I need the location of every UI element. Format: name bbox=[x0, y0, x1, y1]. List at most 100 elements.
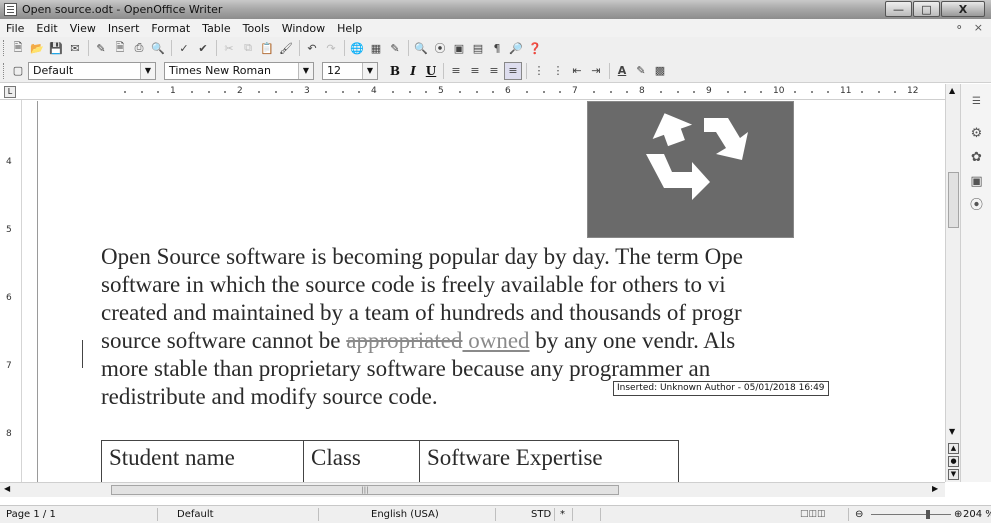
underline-button[interactable]: U bbox=[422, 64, 440, 78]
copy-icon[interactable]: ⧉ bbox=[239, 39, 257, 57]
print-icon[interactable]: ⎙ bbox=[130, 39, 148, 57]
menu-window[interactable]: Window bbox=[276, 22, 331, 35]
paste-icon[interactable]: 📋 bbox=[258, 39, 276, 57]
styles-icon[interactable]: ✿ bbox=[969, 150, 984, 165]
table-cell[interactable]: Class bbox=[303, 440, 420, 485]
menu-format[interactable]: Format bbox=[145, 22, 196, 35]
menu-tools[interactable]: Tools bbox=[237, 22, 276, 35]
chevron-down-icon[interactable]: ▼ bbox=[362, 62, 377, 79]
student-table[interactable]: Student name Class Software Expertise bbox=[101, 440, 679, 485]
navigator-sidebar-icon[interactable]: ⦿ bbox=[969, 198, 984, 213]
edit-file-icon[interactable]: ✎ bbox=[92, 39, 110, 57]
highlighting-icon[interactable]: ✎ bbox=[632, 62, 650, 80]
horizontal-scroll-thumb[interactable]: ||| bbox=[111, 485, 619, 495]
zoom-slider[interactable] bbox=[871, 514, 951, 515]
zoom-in-icon[interactable]: ⊕ bbox=[954, 509, 962, 520]
selection-mode[interactable]: STD bbox=[531, 509, 551, 520]
menu-table[interactable]: Table bbox=[196, 22, 236, 35]
chevron-down-icon[interactable]: ▼ bbox=[298, 62, 313, 79]
close-button[interactable]: X bbox=[941, 1, 985, 17]
gallery-icon[interactable]: ▣ bbox=[450, 39, 468, 57]
redo-icon[interactable]: ↷ bbox=[322, 39, 340, 57]
previous-page-icon[interactable]: ▲ bbox=[948, 443, 959, 454]
zoom-out-icon[interactable]: ⊖ bbox=[855, 509, 863, 520]
new-document-icon[interactable]: 🗎 bbox=[9, 39, 27, 57]
vertical-scrollbar[interactable]: ▲ ▼ ▲ ● ▼ bbox=[945, 84, 960, 482]
show-draw-functions-icon[interactable]: ✎ bbox=[386, 39, 404, 57]
bold-button[interactable]: B bbox=[386, 64, 404, 78]
tab-stop-selector[interactable]: L bbox=[4, 86, 16, 98]
numbering-icon[interactable]: ⋮ bbox=[530, 62, 548, 80]
font-name-select[interactable]: Times New Roman ▼ bbox=[164, 61, 314, 80]
menu-file[interactable]: File bbox=[0, 22, 30, 35]
next-page-icon[interactable]: ▼ bbox=[948, 469, 959, 480]
decrease-indent-icon[interactable]: ⇤ bbox=[568, 62, 586, 80]
italic-button[interactable]: I bbox=[404, 64, 422, 78]
data-sources-icon[interactable]: ▤ bbox=[469, 39, 487, 57]
zoom-slider-knob[interactable] bbox=[926, 510, 930, 519]
horizontal-scrollbar[interactable]: ◀ ||| ▶ bbox=[0, 482, 945, 497]
inserted-text[interactable]: owned bbox=[462, 328, 529, 353]
deleted-text[interactable]: appropriated bbox=[346, 328, 462, 353]
properties-icon[interactable]: ⚙ bbox=[969, 126, 984, 141]
help-icon[interactable]: ❓ bbox=[526, 39, 544, 57]
table-icon[interactable]: ▦ bbox=[367, 39, 385, 57]
navigator-icon[interactable]: ⦿ bbox=[431, 39, 449, 57]
page-indicator[interactable]: Page 1 / 1 bbox=[6, 509, 56, 520]
clone-formatting-icon[interactable]: 🖌 bbox=[277, 39, 295, 57]
background-color-icon[interactable]: ▩ bbox=[651, 62, 669, 80]
open-icon[interactable]: 📂 bbox=[28, 39, 46, 57]
separator bbox=[600, 508, 601, 521]
increase-indent-icon[interactable]: ⇥ bbox=[587, 62, 605, 80]
align-center-icon[interactable]: ≡ bbox=[466, 62, 484, 80]
sidebar-menu-icon[interactable]: ☰ bbox=[969, 94, 984, 109]
view-layout-icon[interactable]: □◫◫ bbox=[800, 509, 826, 519]
menu-view[interactable]: View bbox=[64, 22, 102, 35]
hyperlink-icon[interactable]: 🌐 bbox=[348, 39, 366, 57]
scroll-left-arrow-icon[interactable]: ◀ bbox=[4, 484, 10, 493]
bullets-icon[interactable]: ⋮ bbox=[549, 62, 567, 80]
menu-edit[interactable]: Edit bbox=[30, 22, 63, 35]
recycle-bin-image[interactable] bbox=[587, 101, 794, 238]
align-left-icon[interactable]: ≡ bbox=[447, 62, 465, 80]
vertical-ruler[interactable]: 4 5 6 7 8 bbox=[0, 100, 22, 482]
cut-icon[interactable]: ✂ bbox=[220, 39, 238, 57]
menu-help[interactable]: Help bbox=[331, 22, 368, 35]
scroll-down-arrow-icon[interactable]: ▼ bbox=[949, 427, 955, 436]
menu-insert[interactable]: Insert bbox=[102, 22, 146, 35]
language-indicator[interactable]: English (USA) bbox=[371, 509, 439, 520]
save-icon[interactable]: 💾 bbox=[47, 39, 65, 57]
scroll-up-arrow-icon[interactable]: ▲ bbox=[949, 86, 955, 95]
find-replace-icon[interactable]: 🔍 bbox=[412, 39, 430, 57]
horizontal-ruler[interactable]: L 1 2 3 4 5 6 7 8 9 10 11 12 bbox=[0, 84, 950, 100]
vertical-scroll-thumb[interactable] bbox=[948, 172, 959, 228]
align-right-icon[interactable]: ≡ bbox=[485, 62, 503, 80]
navigation-icon[interactable]: ● bbox=[948, 456, 959, 467]
justify-icon[interactable]: ≡ bbox=[504, 61, 522, 80]
autospellcheck-icon[interactable]: ✔ bbox=[194, 39, 212, 57]
doc-close-icon[interactable]: × bbox=[974, 21, 983, 34]
doc-restore-icon[interactable]: ⚬ bbox=[955, 21, 964, 34]
export-pdf-icon[interactable]: 🗎 bbox=[111, 39, 129, 57]
paragraph-style-select[interactable]: Default ▼ bbox=[28, 61, 156, 80]
undo-icon[interactable]: ↶ bbox=[303, 39, 321, 57]
gallery-sidebar-icon[interactable]: ▣ bbox=[969, 174, 984, 189]
spellcheck-icon[interactable]: ✓ bbox=[175, 39, 193, 57]
table-cell[interactable]: Student name bbox=[101, 440, 304, 485]
font-color-icon[interactable]: A bbox=[613, 62, 631, 80]
font-size-select[interactable]: 12 ▼ bbox=[322, 61, 378, 80]
chevron-down-icon[interactable]: ▼ bbox=[140, 62, 155, 79]
minimize-button[interactable]: — bbox=[885, 1, 912, 17]
page-style[interactable]: Default bbox=[177, 509, 214, 520]
email-icon[interactable]: ✉ bbox=[66, 39, 84, 57]
page-preview-icon[interactable]: 🔍 bbox=[149, 39, 167, 57]
scroll-right-arrow-icon[interactable]: ▶ bbox=[932, 484, 938, 493]
toolbar-grip[interactable] bbox=[3, 40, 6, 56]
formatting-marks-icon[interactable]: ¶ bbox=[488, 39, 506, 57]
maximize-button[interactable]: □ bbox=[913, 1, 940, 17]
styles-formatting-icon[interactable]: ▢ bbox=[9, 62, 27, 80]
toolbar-grip[interactable] bbox=[3, 62, 6, 79]
zoom-level[interactable]: 204 % bbox=[963, 509, 991, 520]
zoom-icon[interactable]: 🔎 bbox=[507, 39, 525, 57]
table-cell[interactable]: Software Expertise bbox=[419, 440, 679, 485]
